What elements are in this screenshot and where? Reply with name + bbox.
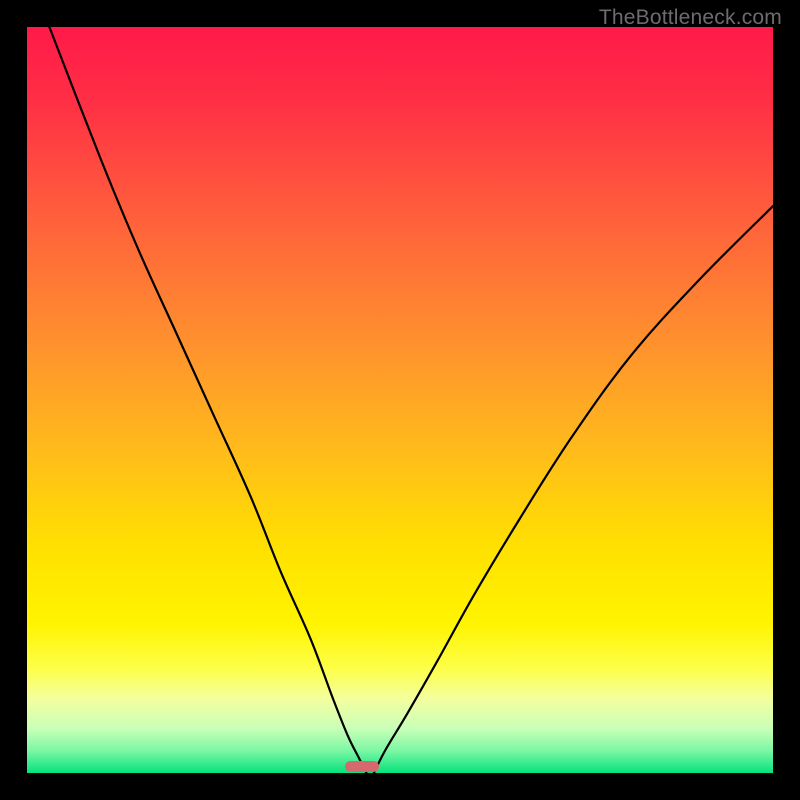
curve-right-branch [374,206,773,773]
curve-left-branch [49,27,366,773]
bottleneck-curve [27,27,773,773]
chart-plot-area [27,27,773,773]
watermark-text: TheBottleneck.com [599,6,782,30]
optimum-marker [345,761,379,772]
